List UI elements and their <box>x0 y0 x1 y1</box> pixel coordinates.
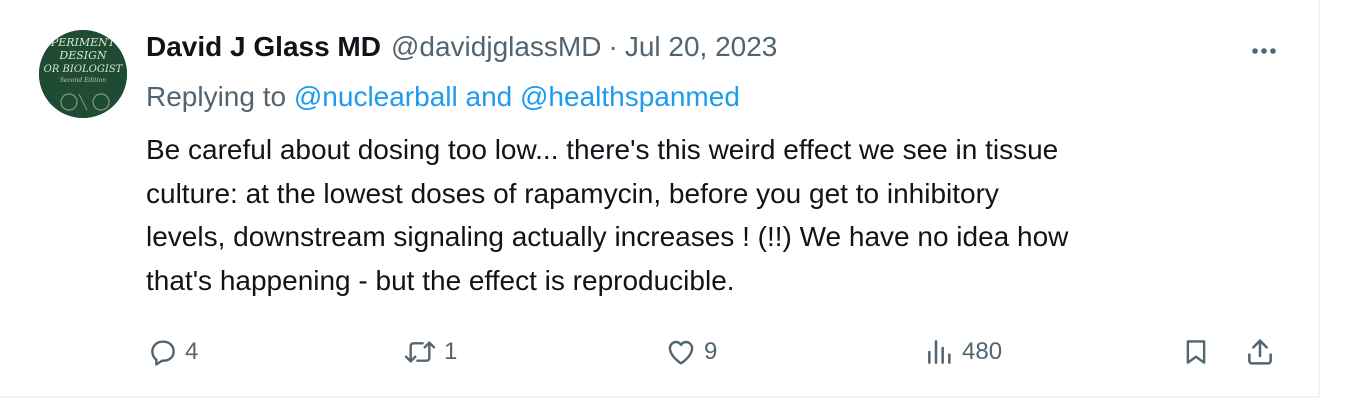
tweet-text-line: levels, downstream signaling actually in… <box>146 221 1069 252</box>
avatar-text-line: PERIMENT <box>50 36 117 49</box>
avatar-text-line: Second Edition <box>60 77 106 84</box>
mention-2-text[interactable]: @healthspanmed <box>520 81 740 112</box>
action-bar: 4 1 9 480 <box>0 332 1320 372</box>
tweet-text: Be careful about dosing too low... there… <box>146 128 1266 302</box>
heart-icon <box>668 340 694 365</box>
share-button[interactable] <box>1244 332 1276 372</box>
retweet-icon <box>404 341 436 363</box>
views-button[interactable]: 480 <box>924 332 1002 372</box>
views-chart-icon <box>928 340 951 364</box>
retweet-button[interactable]: 1 <box>402 332 457 372</box>
share-icon <box>1248 339 1272 365</box>
avatar-text-line: OR BIOLOGIST <box>44 64 124 75</box>
tweet-text-line: that's happening - but the effect is rep… <box>146 264 735 296</box>
mention-joiner: and <box>465 81 513 112</box>
tweet-card[interactable]: PERIMENT DESIGN OR BIOLOGIST Second Edit… <box>0 0 1320 398</box>
tweet-text-line: Be careful about dosing too low... there… <box>146 134 1059 165</box>
tweet-header: David J Glass MD @davidjglassMD · Jul 20… <box>146 31 777 71</box>
header-separator: · <box>608 31 618 62</box>
replying-prefix: Replying to <box>146 81 287 112</box>
retweet-count: 1 <box>444 338 458 365</box>
author-name[interactable]: David J Glass MD <box>146 31 381 63</box>
more-horizontal-icon[interactable] <box>1244 36 1284 66</box>
reply-count: 4 <box>185 338 199 365</box>
author-handle[interactable]: @davidjglassMD <box>391 31 602 63</box>
tweet-text-line: culture: at the lowest doses of rapamyci… <box>146 177 999 209</box>
mention-link-1[interactable]: @nuclearball and @healthspanmed <box>294 81 740 112</box>
avatar-text-line: DESIGN <box>58 49 107 62</box>
bookmark-icon <box>1186 340 1206 364</box>
like-button[interactable]: 9 <box>664 332 717 372</box>
avatar[interactable]: PERIMENT DESIGN OR BIOLOGIST Second Edit… <box>39 30 127 118</box>
views-count: 480 <box>962 338 1003 365</box>
reply-icon <box>151 340 175 366</box>
replying-to-line: Replying to @nuclearball and @healthspan… <box>146 81 740 113</box>
bookmark-button[interactable] <box>1181 332 1211 372</box>
mention-1-text[interactable]: @nuclearball <box>294 81 458 112</box>
like-count: 9 <box>704 338 718 365</box>
tweet-date[interactable]: Jul 20, 2023 <box>625 31 778 63</box>
reply-button[interactable]: 4 <box>147 332 198 372</box>
